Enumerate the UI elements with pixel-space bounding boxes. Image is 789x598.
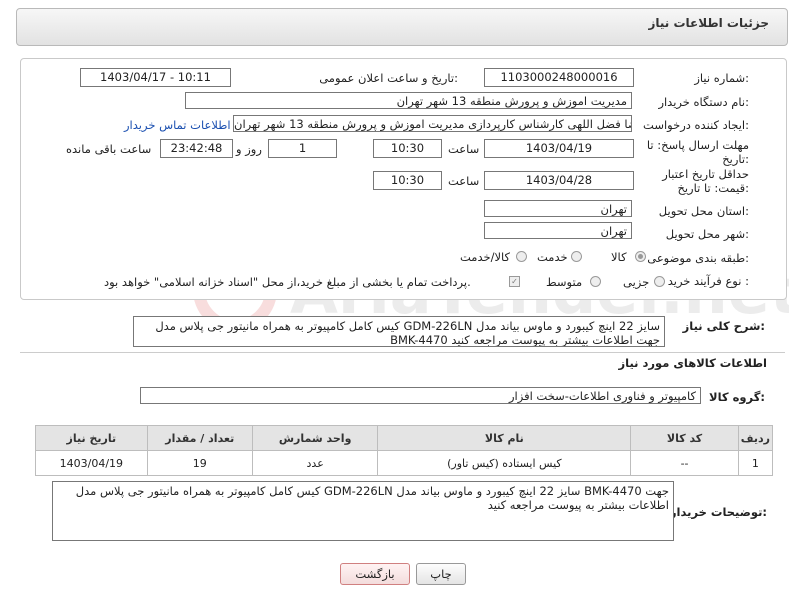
validity-date-field: 1403/04/28 — [484, 171, 634, 190]
goods-group-label: گروه کالا: — [709, 390, 765, 404]
buyer-notes-label: توضیحات خریدار: — [669, 505, 767, 519]
col-unit-header: واحد شمارش — [251, 425, 379, 451]
validity-time-label: ساعت — [448, 174, 480, 188]
validity-label: حداقل تاریخ اعتبار قیمت: تا تاریخ: — [662, 167, 749, 195]
cell-date: 1403/04/19 — [35, 450, 148, 476]
page-title: جزئیات اطلاعات نیاز — [648, 16, 769, 30]
col-row-header: ردیف — [737, 425, 774, 451]
process-type-label: نوع فرآیند خرید : — [667, 274, 749, 288]
announce-datetime-label: تاریخ و ساعت اعلان عمومی: — [319, 71, 458, 85]
category-service-label: خدمت — [537, 250, 568, 264]
deadline-time-label: ساعت — [448, 142, 480, 156]
table-row: 1 -- کیس ایستاده (کیس تاور) عدد 19 1403/… — [35, 450, 774, 476]
days-field: 1 — [268, 139, 337, 158]
city-field: تهران — [484, 222, 632, 239]
table-header-row: ردیف کد کالا نام کالا واحد شمارش تعداد /… — [35, 425, 774, 451]
city-label: شهر محل تحویل: — [665, 227, 749, 241]
back-button[interactable]: بازگشت — [340, 563, 410, 585]
cell-name: کیس ایستاده (کیس تاور) — [377, 450, 632, 476]
buyer-field: مدیریت اموزش و پرورش منطقه 13 شهر تهران — [185, 92, 632, 109]
category-both-radio[interactable] — [516, 251, 527, 262]
deadline-date-field: 1403/04/19 — [484, 139, 634, 158]
province-label: استان محل تحویل: — [658, 204, 749, 218]
cell-qty: 19 — [146, 450, 253, 476]
cell-row: 1 — [737, 450, 774, 476]
col-date-header: تاریخ نیاز — [35, 425, 148, 451]
col-qty-header: تعداد / مقدار — [146, 425, 253, 451]
remaining-time-label: ساعت باقی مانده — [66, 142, 152, 156]
col-code-header: کد کالا — [630, 425, 739, 451]
category-label: طبقه بندی موضوعی: — [647, 251, 749, 265]
creator-field: رضا فضل اللهی کارشناس کارپردازی مدیریت ا… — [233, 115, 632, 132]
divider — [20, 352, 785, 353]
treasury-payment-note: پرداخت تمام یا بخشی از مبلغ خرید،از محل … — [104, 275, 471, 289]
category-both-label: کالا/خدمت — [460, 250, 511, 264]
validity-time-field: 10:30 — [373, 171, 442, 190]
creator-label: ایجاد کننده درخواست: — [643, 118, 749, 132]
cell-unit: عدد — [251, 450, 379, 476]
col-name-header: نام کالا — [377, 425, 632, 451]
process-minor-radio[interactable] — [654, 276, 665, 287]
summary-label: شرح کلی نیاز: — [682, 319, 765, 333]
days-label: روز و — [236, 142, 262, 156]
buyer-contact-link[interactable]: اطلاعات تماس خریدار — [124, 118, 231, 132]
remaining-time-field: 23:42:48 — [160, 139, 233, 158]
goods-info-title: اطلاعات کالاهای مورد نیاز — [618, 356, 767, 370]
province-field: تهران — [484, 200, 632, 217]
print-button[interactable]: چاپ — [416, 563, 466, 585]
need-number-field: 1103000248000016 — [484, 68, 634, 87]
process-minor-label: جزیی — [623, 275, 650, 289]
category-goods-label: کالا — [611, 250, 627, 264]
cell-code: -- — [630, 450, 739, 476]
process-medium-radio[interactable] — [590, 276, 601, 287]
summary-textarea[interactable]: کیس کامل کامپیوتر به همراه مانیتور جی پل… — [133, 316, 665, 347]
treasury-payment-checkbox[interactable]: ✓ — [509, 276, 520, 287]
deadline-time-field: 10:30 — [373, 139, 442, 158]
announce-datetime-field: 1403/04/17 - 10:11 — [80, 68, 231, 87]
buyer-label: نام دستگاه خریدار: — [658, 95, 749, 109]
goods-group-field: کامپیوتر و فناوری اطلاعات-سخت افزار — [140, 387, 701, 404]
process-medium-label: متوسط — [546, 275, 583, 289]
deadline-label: مهلت ارسال پاسخ: تا تاریخ: — [646, 138, 749, 166]
need-number-label: شماره نیاز: — [694, 71, 749, 85]
category-service-radio[interactable] — [571, 251, 582, 262]
buyer-notes-textarea[interactable]: کیس کامل کامپیوتر به همراه مانیتور جی پل… — [52, 481, 674, 541]
category-goods-radio[interactable] — [635, 251, 646, 262]
goods-table: ردیف کد کالا نام کالا واحد شمارش تعداد /… — [35, 425, 774, 476]
